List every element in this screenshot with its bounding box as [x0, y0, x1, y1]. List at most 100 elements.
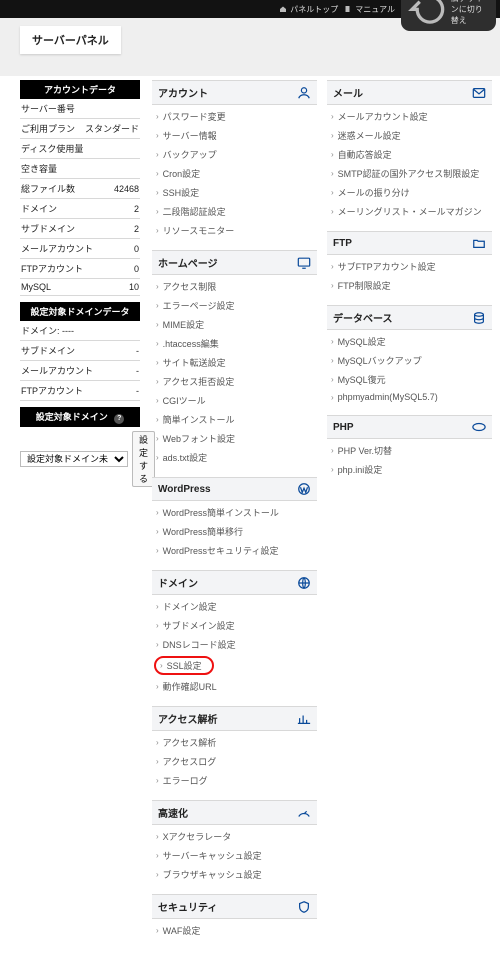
menu-item[interactable]: ›SSH設定 [152, 183, 317, 202]
menu-item[interactable]: ›アクセスログ [152, 752, 317, 771]
menu-item[interactable]: ›バックアップ [152, 145, 317, 164]
sidebar: アカウントデータ サーバー番号ご利用プランスタンダードディスク使用量空き容量総フ… [20, 80, 140, 950]
sidebar-row: FTPアカウント- [20, 381, 140, 401]
chevron-right-icon: › [156, 112, 159, 121]
menu-item[interactable]: ›MySQLバックアップ [327, 351, 492, 370]
menu-item[interactable]: ›WordPress簡単インストール [152, 503, 317, 522]
user-icon [297, 86, 311, 100]
chevron-right-icon: › [156, 870, 159, 879]
section-title: セキュリティ [158, 899, 217, 914]
menu-item[interactable]: ›CGIツール [152, 391, 317, 410]
menu-item[interactable]: ›MIME設定 [152, 315, 317, 334]
section-wordpress: WordPress›WordPress簡単インストール›WordPress簡単移… [152, 477, 317, 564]
menu-item[interactable]: ›SMTP認証の国外アクセス制限設定 [327, 164, 492, 183]
chevron-right-icon: › [331, 393, 334, 402]
chevron-right-icon: › [156, 339, 159, 348]
chevron-right-icon: › [331, 112, 334, 121]
menu-item[interactable]: ›.htaccess編集 [152, 334, 317, 353]
section-mail: メール›メールアカウント設定›迷惑メール設定›自動応答設定›SMTP認証の国外ア… [327, 80, 492, 225]
menu-item[interactable]: ›自動応答設定 [327, 145, 492, 164]
menu-item[interactable]: ›ドメイン設定 [152, 597, 317, 616]
menu-item[interactable]: ›アクセス拒否設定 [152, 372, 317, 391]
menu-item[interactable]: ›メーリングリスト・メールマガジン [327, 202, 492, 221]
menu-item-label: php.ini設定 [338, 463, 383, 476]
chevron-right-icon: › [156, 602, 159, 611]
menu-item[interactable]: ›ブラウザキャッシュ設定 [152, 865, 317, 884]
menu-item-label: Xアクセラレータ [163, 830, 232, 843]
section-php: PHP ›PHP Ver.切替›php.ini設定 [327, 415, 492, 483]
chevron-right-icon: › [156, 434, 159, 443]
menu-item-label: 自動応答設定 [338, 148, 392, 161]
sidebar-row: MySQL10 [20, 279, 140, 296]
menu-item-label: WAF設定 [163, 924, 201, 937]
db-icon [472, 311, 486, 325]
menu-item[interactable]: ›WordPressセキュリティ設定 [152, 541, 317, 560]
menu-item-label: エラーページ設定 [163, 299, 235, 312]
chevron-right-icon: › [156, 320, 159, 329]
help-icon[interactable]: ? [114, 414, 124, 424]
chart-icon [297, 712, 311, 726]
menu-item[interactable]: ›MySQL復元 [327, 370, 492, 389]
menu-item[interactable]: ›迷惑メール設定 [327, 126, 492, 145]
section-title: PHP [333, 422, 354, 433]
section-homepage: ホームページ›アクセス制限›エラーページ設定›MIME設定›.htaccess編… [152, 250, 317, 471]
menu-item[interactable]: ›Cron設定 [152, 164, 317, 183]
target-domain-select[interactable]: 設定対象ドメイン未 [20, 451, 128, 467]
menu-item[interactable]: › FTP制限設定 [327, 276, 492, 295]
top-old-design-chip[interactable]: 旧デザインに切り替え [401, 0, 496, 31]
sidebar-row: サブドメイン2 [20, 219, 140, 239]
menu-item-label: サーバー情報 [163, 129, 217, 142]
section-header-homepage: ホームページ [152, 250, 317, 275]
chevron-right-icon: › [156, 358, 159, 367]
menu-item[interactable]: ›Webフォント設定 [152, 429, 317, 448]
menu-item[interactable]: ›リソースモニター [152, 221, 317, 240]
menu-item[interactable]: ›ads.txt設定 [152, 448, 317, 467]
chevron-right-icon: › [331, 281, 334, 290]
menu-item-label: 動作確認URL [163, 680, 217, 693]
menu-item[interactable]: ›PHP Ver.切替 [327, 441, 492, 460]
sidebar-row: サーバー番号 [20, 99, 140, 119]
chevron-right-icon: › [160, 661, 163, 670]
chevron-right-icon: › [156, 131, 159, 140]
chevron-right-icon: › [331, 207, 334, 216]
menu-item[interactable]: ›パスワード変更 [152, 107, 317, 126]
section-account: アカウント›パスワード変更›サーバー情報›バックアップ›Cron設定›SSH設定… [152, 80, 317, 244]
menu-item[interactable]: ›アクセス制限 [152, 277, 317, 296]
menu-item[interactable]: ›メールアカウント設定 [327, 107, 492, 126]
menu-item[interactable]: ›サーバーキャッシュ設定 [152, 846, 317, 865]
menu-item[interactable]: ›動作確認URL [152, 677, 317, 696]
menu-item[interactable]: ›エラーページ設定 [152, 296, 317, 315]
menu-item[interactable]: ›サイト転送設定 [152, 353, 317, 372]
menu-item[interactable]: › サーバー情報 [152, 126, 317, 145]
top-link-panel-top[interactable]: パネルトップ [279, 4, 338, 15]
sidebar-row: ドメイン2 [20, 199, 140, 219]
menu-item[interactable]: ›DNSレコード設定 [152, 635, 317, 654]
menu-item[interactable]: ›簡単インストール [152, 410, 317, 429]
chevron-right-icon: › [156, 207, 159, 216]
chevron-right-icon: › [156, 757, 159, 766]
menu-item[interactable]: ›WAF設定 [152, 921, 317, 940]
menu-item[interactable]: ›サブドメイン設定 [152, 616, 317, 635]
chevron-right-icon: › [156, 188, 159, 197]
menu-item-label: リソースモニター [163, 224, 235, 237]
sidebar-domain-select-header: 設定対象ドメイン ? [20, 407, 140, 427]
menu-item[interactable]: ›二段階認証設定 [152, 202, 317, 221]
menu-item[interactable]: ›Xアクセラレータ [152, 827, 317, 846]
menu-item[interactable]: ›メールの振り分け [327, 183, 492, 202]
menu-item[interactable]: ›アクセス解析 [152, 733, 317, 752]
menu-item[interactable]: ›SSL設定 [154, 656, 214, 675]
menu-item-label: FTP制限設定 [338, 279, 391, 292]
menu-item[interactable]: ›php.ini設定 [327, 460, 492, 479]
menu-item[interactable]: ›WordPress簡単移行 [152, 522, 317, 541]
menu-item[interactable]: ›サブFTPアカウント設定 [327, 257, 492, 276]
chevron-right-icon: › [156, 738, 159, 747]
menu-item-label: MySQL設定 [338, 335, 386, 348]
menu-item[interactable]: ›エラーログ [152, 771, 317, 790]
menu-item[interactable]: ›phpmyadmin(MySQL5.7) [327, 389, 492, 405]
menu-item-label: エラーログ [163, 774, 208, 787]
menu-item[interactable]: ›MySQL設定 [327, 332, 492, 351]
menu-item-label: アクセス制限 [163, 280, 217, 293]
top-link-manual[interactable]: マニュアル [344, 4, 395, 15]
menu-item-label: 簡単インストール [163, 413, 235, 426]
sidebar-account-header: アカウントデータ [20, 80, 140, 99]
